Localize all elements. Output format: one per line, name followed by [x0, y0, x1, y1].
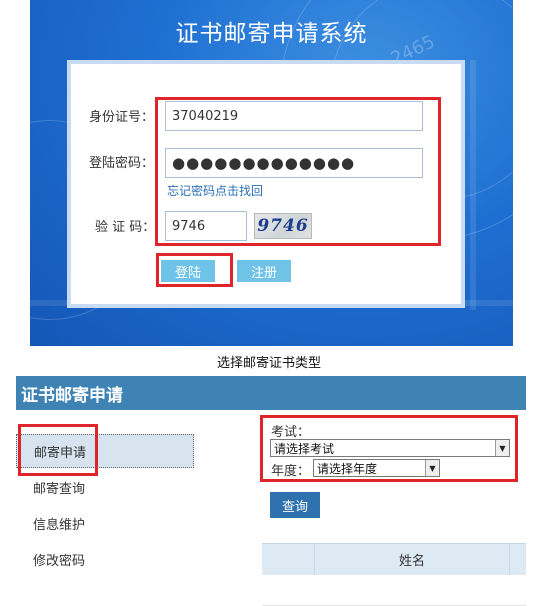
- login-title: 证书邮寄申请系统: [175, 21, 368, 47]
- password-label: 登陆密码：: [89, 156, 155, 171]
- sidebar-item-label: 修改密码: [33, 553, 86, 569]
- id-label: 身份证号：: [89, 110, 155, 125]
- sidebar-item-label: 邮寄查询: [33, 481, 86, 497]
- app-header: 证书邮寄申请: [16, 376, 526, 410]
- highlight-box-login-button: [156, 253, 233, 287]
- sidebar-item-change-password[interactable]: 修改密码: [16, 542, 196, 576]
- sidebar-item-info-maintain[interactable]: 信息维护: [16, 506, 196, 540]
- sidebar-item-label: 信息维护: [33, 517, 86, 533]
- register-button[interactable]: 注册: [237, 260, 291, 282]
- table-row: [262, 575, 526, 606]
- column-header-name: 姓名: [314, 544, 510, 575]
- section-caption: 选择邮寄证书类型: [216, 356, 321, 371]
- highlight-box-credentials: [155, 97, 441, 246]
- query-button[interactable]: 查询: [270, 492, 320, 518]
- captcha-label: 验 证 码：: [95, 220, 156, 235]
- table-header: 姓名: [262, 543, 526, 575]
- highlight-box-filters: [260, 415, 518, 482]
- highlight-box-nav: [18, 424, 98, 476]
- decor-bar: [470, 60, 476, 310]
- app-title: 证书邮寄申请: [21, 385, 123, 406]
